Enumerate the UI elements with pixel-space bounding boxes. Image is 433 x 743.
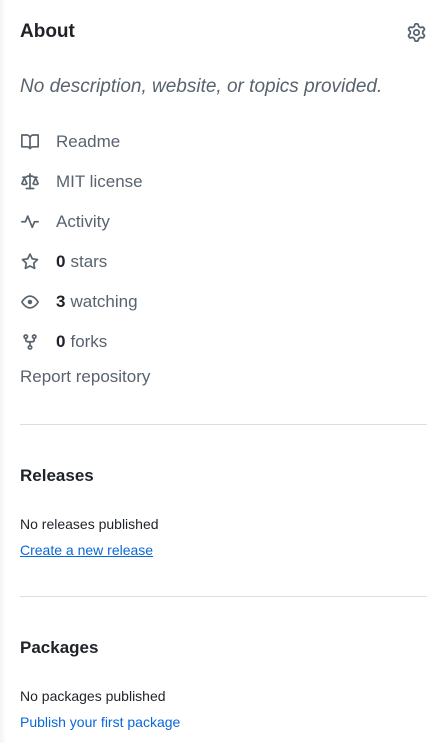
forks-label: forks: [70, 332, 108, 351]
forks-count: 0: [56, 332, 66, 351]
book-icon: [20, 132, 40, 152]
publish-package-link[interactable]: Publish your first package: [20, 712, 180, 732]
gear-icon: [407, 22, 425, 42]
stars-link[interactable]: 0 stars: [20, 242, 427, 282]
repo-description: No description, website, or topics provi…: [20, 76, 383, 97]
stars-label: stars: [70, 252, 108, 271]
section-divider: [20, 596, 427, 597]
watchers-label: watching: [70, 292, 138, 311]
readme-label: Readme: [56, 132, 121, 151]
packages-status: No packages published: [20, 688, 166, 704]
readme-link[interactable]: Readme: [20, 122, 427, 162]
eye-icon: [20, 292, 40, 312]
releases-title[interactable]: Releases: [20, 464, 94, 488]
create-release-link[interactable]: Create a new release: [20, 540, 153, 560]
packages-title[interactable]: Packages: [20, 636, 98, 660]
forks-link[interactable]: 0 forks: [20, 322, 427, 362]
report-repository-link[interactable]: Report repository: [20, 362, 150, 392]
fork-icon: [20, 332, 40, 352]
star-icon: [20, 252, 40, 272]
watchers-count: 3: [56, 292, 66, 311]
license-link[interactable]: MIT license: [20, 162, 427, 202]
about-settings-button[interactable]: [405, 21, 427, 43]
stars-count: 0: [56, 252, 66, 271]
about-title: About: [20, 21, 75, 42]
about-header: About: [20, 18, 427, 46]
watchers-link[interactable]: 3 watching: [20, 282, 427, 322]
activity-label: Activity: [56, 212, 110, 231]
law-icon: [20, 172, 40, 192]
pulse-icon: [20, 212, 40, 232]
page-edge-shadow: [0, 0, 6, 743]
releases-status: No releases published: [20, 516, 159, 532]
activity-link[interactable]: Activity: [20, 202, 427, 242]
license-label: MIT license: [56, 172, 143, 191]
section-divider: [20, 424, 427, 425]
about-meta-list: Readme MIT license Activity 0 stars 3 wa…: [20, 122, 427, 362]
